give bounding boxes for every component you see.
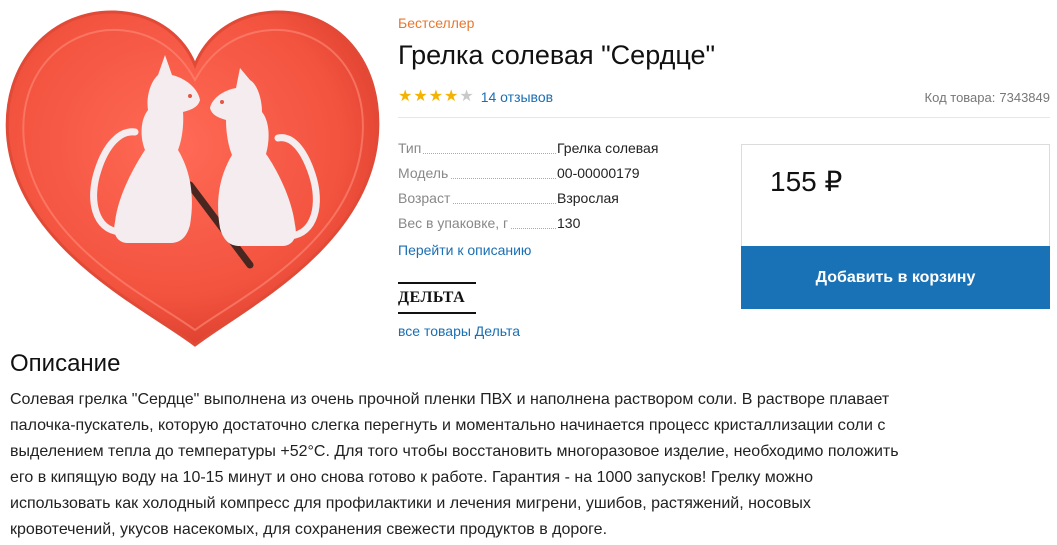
bestseller-badge: Бестселлер — [398, 15, 475, 31]
reviews-link[interactable]: 14 отзывов — [481, 89, 553, 105]
spec-value: Грелка солевая — [557, 140, 659, 156]
spec-label: Вес в упаковке, г — [398, 215, 511, 231]
spec-row-weight: Вес в упаковке, г 130 — [398, 215, 718, 240]
buy-box: 155 ₽ Добавить в корзину — [741, 144, 1050, 309]
product-title: Грелка солевая "Сердце" — [398, 40, 716, 70]
heart-pad-illustration — [5, 10, 380, 347]
price: 155 ₽ — [770, 166, 843, 197]
star-icon: ★ — [444, 88, 459, 105]
add-to-cart-button[interactable]: Добавить в корзину — [741, 246, 1050, 309]
spec-row-model: Модель 00-00000179 — [398, 165, 718, 190]
go-to-description-link[interactable]: Перейти к описанию — [398, 242, 531, 258]
description-text: Солевая грелка "Сердце" выполнена из оче… — [10, 391, 899, 538]
spec-value: 130 — [557, 215, 581, 231]
divider — [398, 117, 1050, 118]
brand-all-products-link[interactable]: все товары Дельта — [398, 323, 520, 339]
description-heading: Описание — [10, 350, 121, 377]
spec-label: Тип — [398, 140, 424, 156]
spec-value: Взрослая — [557, 190, 619, 206]
rating: ★ ★ ★ ★ ★ 14 отзывов — [398, 88, 553, 106]
product-code-value: 7343849 — [999, 90, 1050, 105]
brand-logo[interactable]: ДЕЛЬТА — [398, 282, 476, 314]
product-code: Код товара: 7343849 — [925, 90, 1050, 105]
star-empty-icon: ★ — [459, 88, 474, 105]
star-icon: ★ — [428, 88, 444, 105]
spec-value: 00-00000179 — [557, 165, 640, 181]
spec-row-type: Тип Грелка солевая — [398, 140, 718, 165]
spec-label: Модель — [398, 165, 451, 181]
product-code-label: Код товара: — [924, 90, 996, 105]
spec-row-age: Возраст Взрослая — [398, 190, 718, 215]
star-icon: ★ — [413, 88, 428, 105]
product-image[interactable] — [0, 0, 385, 350]
brand-logo-text: ДЕЛЬТА — [398, 289, 466, 306]
spec-list: Тип Грелка солевая Модель 00-00000179 Во… — [398, 140, 718, 240]
star-icon: ★ — [398, 88, 413, 105]
spec-label: Возраст — [398, 190, 453, 206]
